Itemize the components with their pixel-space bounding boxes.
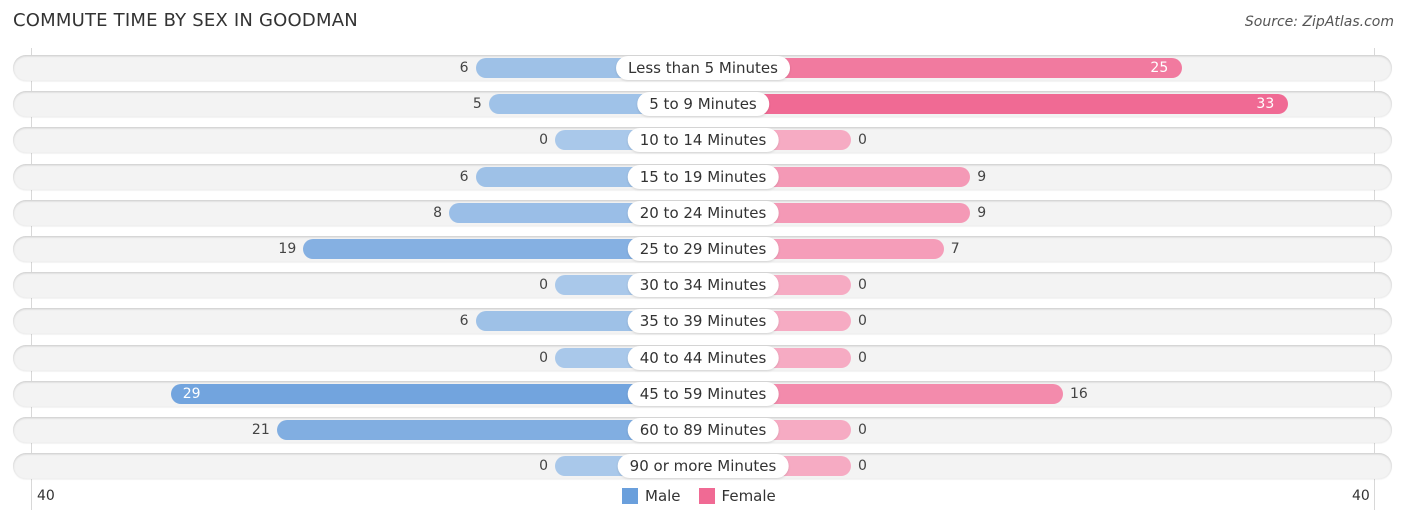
category-label: 45 to 59 Minutes [627, 381, 779, 406]
legend-label-female: Female [721, 487, 776, 505]
value-label-male: 0 [539, 458, 548, 475]
category-label: 35 to 39 Minutes [627, 309, 779, 334]
value-label-female: 0 [858, 458, 867, 475]
value-label-female: 0 [858, 349, 867, 366]
value-label-male: 21 [251, 422, 270, 438]
category-label: 90 or more Minutes [617, 454, 789, 479]
category-label: 10 to 14 Minutes [627, 128, 779, 153]
legend-swatch-male [622, 488, 638, 504]
value-label-female: 0 [858, 277, 867, 294]
source-label: Source: ZipAtlas.com [1244, 14, 1394, 30]
legend-item-female[interactable]: Female [698, 487, 776, 505]
category-label: 60 to 89 Minutes [627, 418, 779, 442]
category-label: 5 to 9 Minutes [637, 92, 769, 117]
bar-female[interactable] [703, 94, 1289, 115]
value-label-female: 0 [858, 422, 867, 438]
value-label-female: 9 [977, 168, 987, 185]
value-label-female: 16 [1070, 385, 1088, 402]
value-label-female: 9 [977, 204, 987, 221]
value-label-male: 5 [472, 96, 482, 113]
value-label-male: 29 [182, 385, 201, 402]
legend: Male Female [622, 487, 794, 505]
value-label-female: 0 [858, 313, 867, 330]
category-label: 20 to 24 Minutes [627, 200, 779, 225]
legend-label-male: Male [645, 487, 681, 505]
value-label-male: 0 [539, 277, 548, 294]
tick-left: 40 [37, 488, 55, 504]
category-label: 40 to 44 Minutes [627, 345, 779, 370]
value-label-male: 6 [459, 313, 469, 330]
category-label: 15 to 19 Minutes [627, 164, 779, 189]
value-label-male: 6 [459, 60, 469, 76]
category-label: Less than 5 Minutes [616, 56, 790, 80]
value-label-male: 0 [539, 132, 548, 149]
value-label-female: 0 [858, 132, 867, 149]
value-label-female: 33 [1256, 96, 1275, 113]
legend-item-male[interactable]: Male [622, 487, 681, 505]
value-label-female: 25 [1150, 60, 1169, 76]
tick-right: 40 [1352, 488, 1370, 504]
value-label-female: 7 [950, 241, 960, 257]
bar-male[interactable] [170, 383, 703, 404]
legend-swatch-female [698, 488, 715, 504]
value-label-male: 19 [278, 241, 297, 257]
value-label-male: 0 [539, 349, 548, 366]
category-label: 30 to 34 Minutes [627, 273, 779, 298]
chart-title: COMMUTE TIME BY SEX IN GOODMAN [13, 10, 358, 31]
value-label-male: 6 [459, 168, 469, 185]
category-label: 25 to 29 Minutes [627, 237, 779, 261]
value-label-male: 8 [433, 204, 442, 221]
